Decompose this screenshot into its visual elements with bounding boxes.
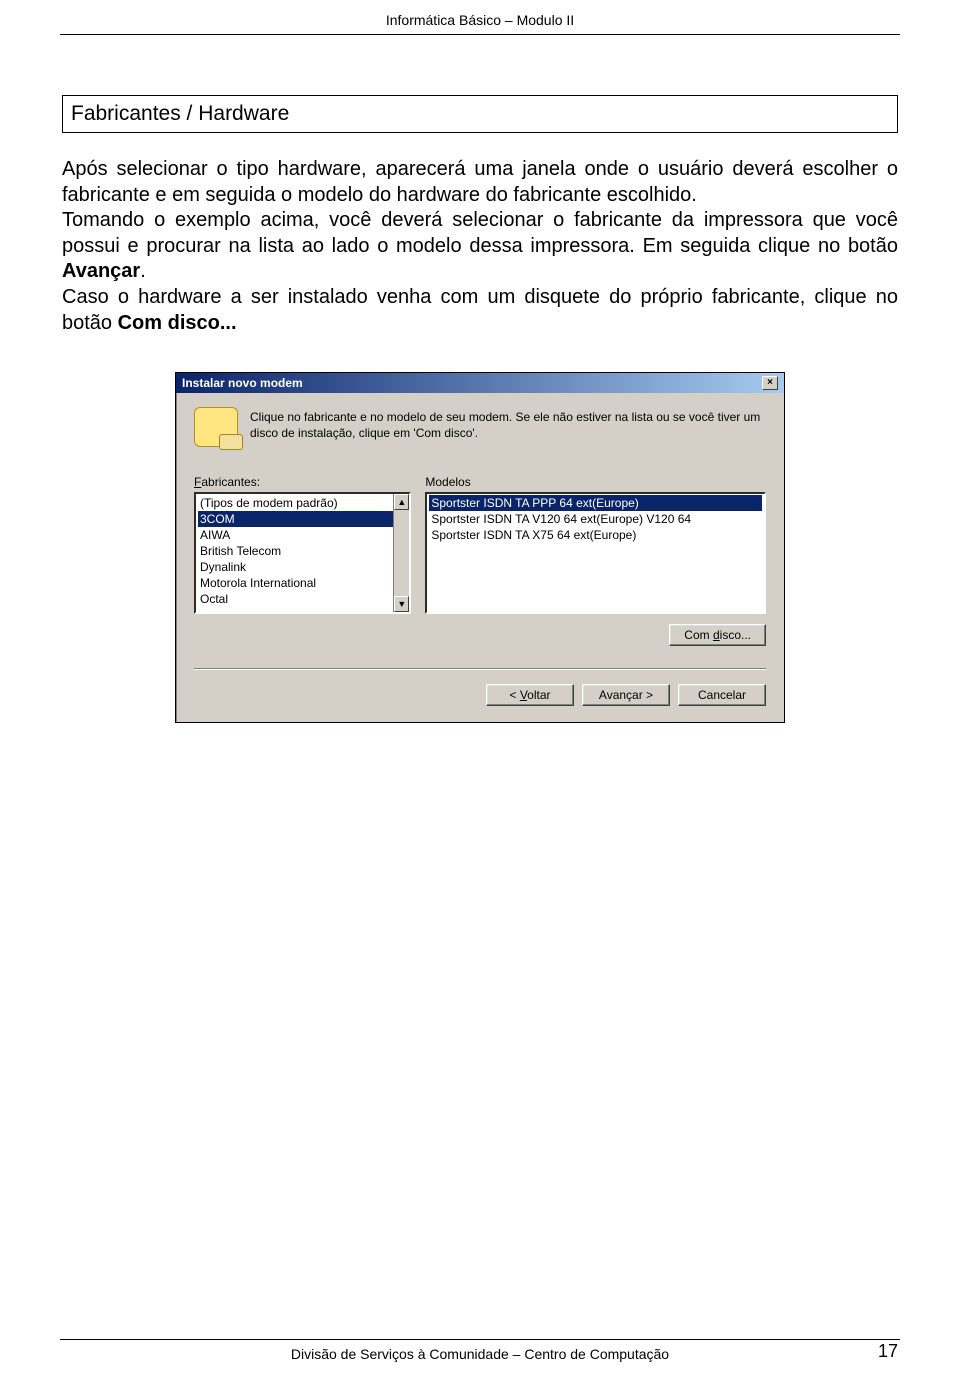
page-header: Informática Básico – Modulo II (0, 0, 960, 28)
header-rule (60, 34, 900, 35)
scroll-down-icon[interactable]: ▼ (394, 596, 409, 612)
paragraph-2a: Tomando o exemplo acima, você deverá sel… (62, 209, 898, 257)
manufacturers-listbox[interactable]: (Tipos de modem padrão) 3COM AIWA Britis… (194, 492, 411, 614)
close-icon[interactable]: × (762, 376, 778, 390)
list-item[interactable]: Motorola International (198, 575, 407, 591)
back-button[interactable]: < Voltar (486, 684, 574, 706)
models-column: Modelos Sportster ISDN TA PPP 64 ext(Eur… (425, 475, 766, 614)
screenshot-container: Instalar novo modem × Clique no fabrican… (62, 372, 898, 723)
dialog-titlebar[interactable]: Instalar novo modem × (176, 373, 784, 393)
section-title: Fabricantes / Hardware (62, 95, 898, 133)
paragraph-1: Após selecionar o tipo hardware, aparece… (62, 158, 898, 206)
scrollbar[interactable]: ▲ ▼ (393, 494, 409, 612)
instruction-text: Clique no fabricante e no modelo de seu … (250, 407, 766, 447)
footer-text: Divisão de Serviços à Comunidade – Centr… (291, 1346, 669, 1362)
modem-install-dialog: Instalar novo modem × Clique no fabrican… (175, 372, 785, 723)
paragraph-3-bold: Com disco... (118, 312, 237, 334)
dialog-title: Instalar novo modem (182, 376, 303, 390)
disk-button-row: Com disco... (194, 624, 766, 646)
cancel-button[interactable]: Cancelar (678, 684, 766, 706)
list-item[interactable]: Sportster ISDN TA X75 64 ext(Europe) (429, 527, 762, 543)
list-item[interactable]: British Telecom (198, 543, 407, 559)
dialog-body: Clique no fabricante e no modelo de seu … (176, 393, 784, 722)
with-disk-button[interactable]: Com disco... (669, 624, 766, 646)
list-item[interactable]: (Tipos de modem padrão) (198, 495, 407, 511)
list-item[interactable]: 3COM (198, 511, 407, 527)
list-item[interactable]: Sportster ISDN TA V120 64 ext(Europe) V1… (429, 511, 762, 527)
footer-rule (60, 1339, 900, 1340)
manufacturers-label: Fabricantes: (194, 475, 411, 489)
wizard-buttons: < Voltar Avançar > Cancelar (194, 684, 766, 706)
page-number: 17 (878, 1341, 898, 1362)
list-item[interactable]: Dynalink (198, 559, 407, 575)
list-item[interactable]: Octal (198, 591, 407, 607)
models-label: Modelos (425, 475, 766, 489)
body-text: Após selecionar o tipo hardware, aparece… (62, 157, 898, 336)
modem-icon (194, 407, 238, 447)
separator (194, 668, 766, 670)
instruction-row: Clique no fabricante e no modelo de seu … (194, 407, 766, 447)
content-area: Fabricantes / Hardware Após selecionar o… (62, 95, 898, 723)
scroll-up-icon[interactable]: ▲ (394, 494, 409, 510)
list-item[interactable]: AIWA (198, 527, 407, 543)
paragraph-2c: . (140, 260, 146, 282)
list-item[interactable]: Sportster ISDN TA PPP 64 ext(Europe) (429, 495, 762, 511)
paragraph-2-bold: Avançar (62, 260, 140, 282)
manufacturers-column: Fabricantes: (Tipos de modem padrão) 3CO… (194, 475, 411, 614)
next-button[interactable]: Avançar > (582, 684, 670, 706)
columns: Fabricantes: (Tipos de modem padrão) 3CO… (194, 475, 766, 614)
page-footer: Divisão de Serviços à Comunidade – Centr… (0, 1339, 960, 1362)
models-listbox[interactable]: Sportster ISDN TA PPP 64 ext(Europe) Spo… (425, 492, 766, 614)
